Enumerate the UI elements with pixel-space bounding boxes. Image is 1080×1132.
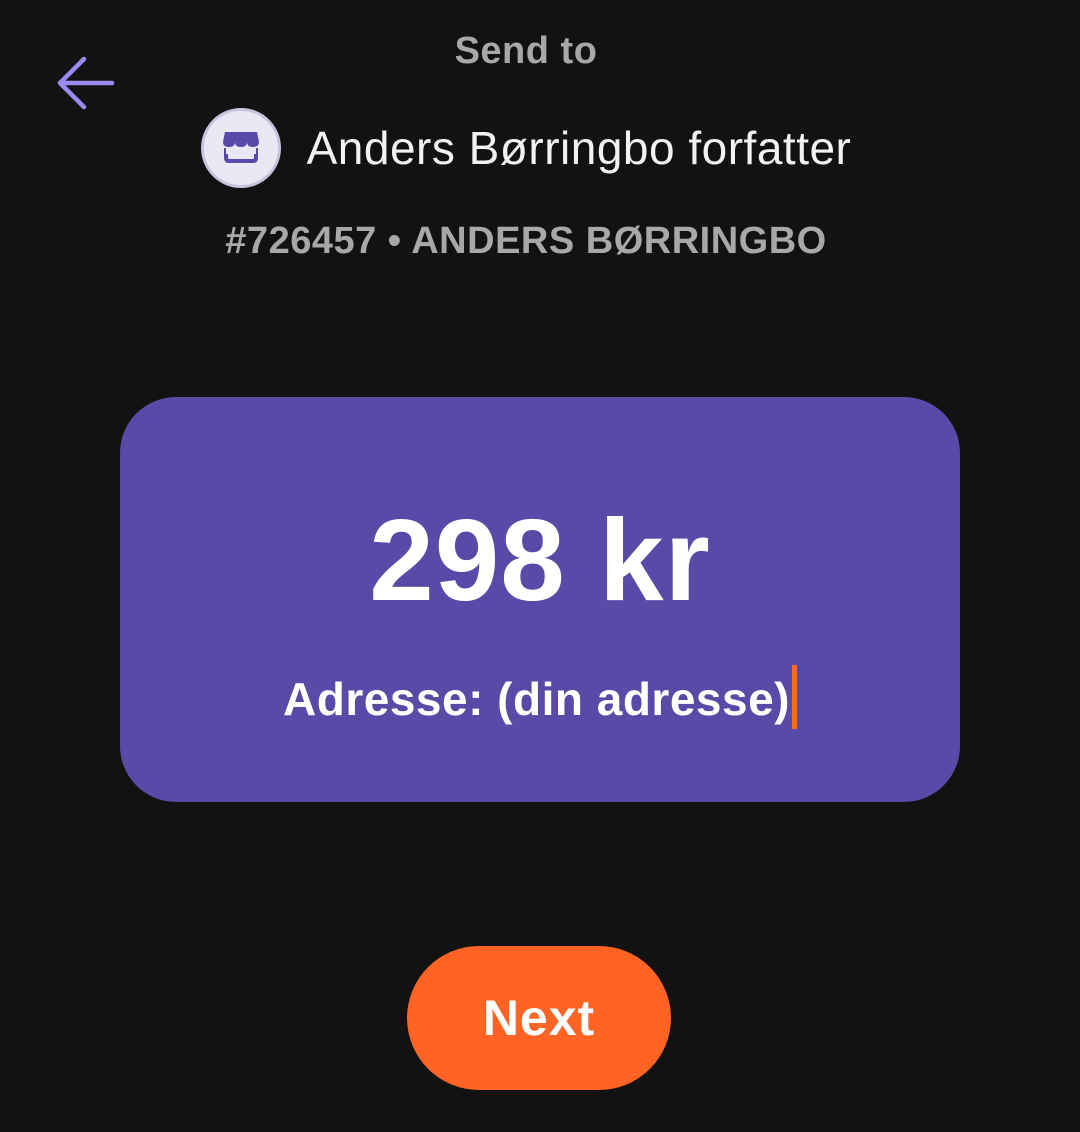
page-title: Send to: [454, 30, 598, 72]
message-text: Adresse: (din adresse): [283, 673, 790, 725]
recipient-id: #726457 • ANDERS BØRRINGBO: [225, 220, 827, 262]
next-button[interactable]: Next: [407, 946, 671, 1090]
recipient-name: Anders Børringbo forfatter: [306, 122, 852, 174]
amount-card: 298 kr Adresse: (din adresse): [120, 397, 960, 802]
avatar: [200, 108, 281, 188]
recipient-row: Anders Børringbo forfatter: [0, 104, 1052, 192]
storefront-icon: [221, 128, 261, 169]
message-input[interactable]: Adresse: (din adresse): [120, 665, 960, 729]
text-caret: [791, 665, 797, 729]
send-screen: Send to Anders Børringbo forfatter #7264…: [0, 0, 1080, 1132]
amount-value[interactable]: 298 kr: [120, 493, 960, 627]
